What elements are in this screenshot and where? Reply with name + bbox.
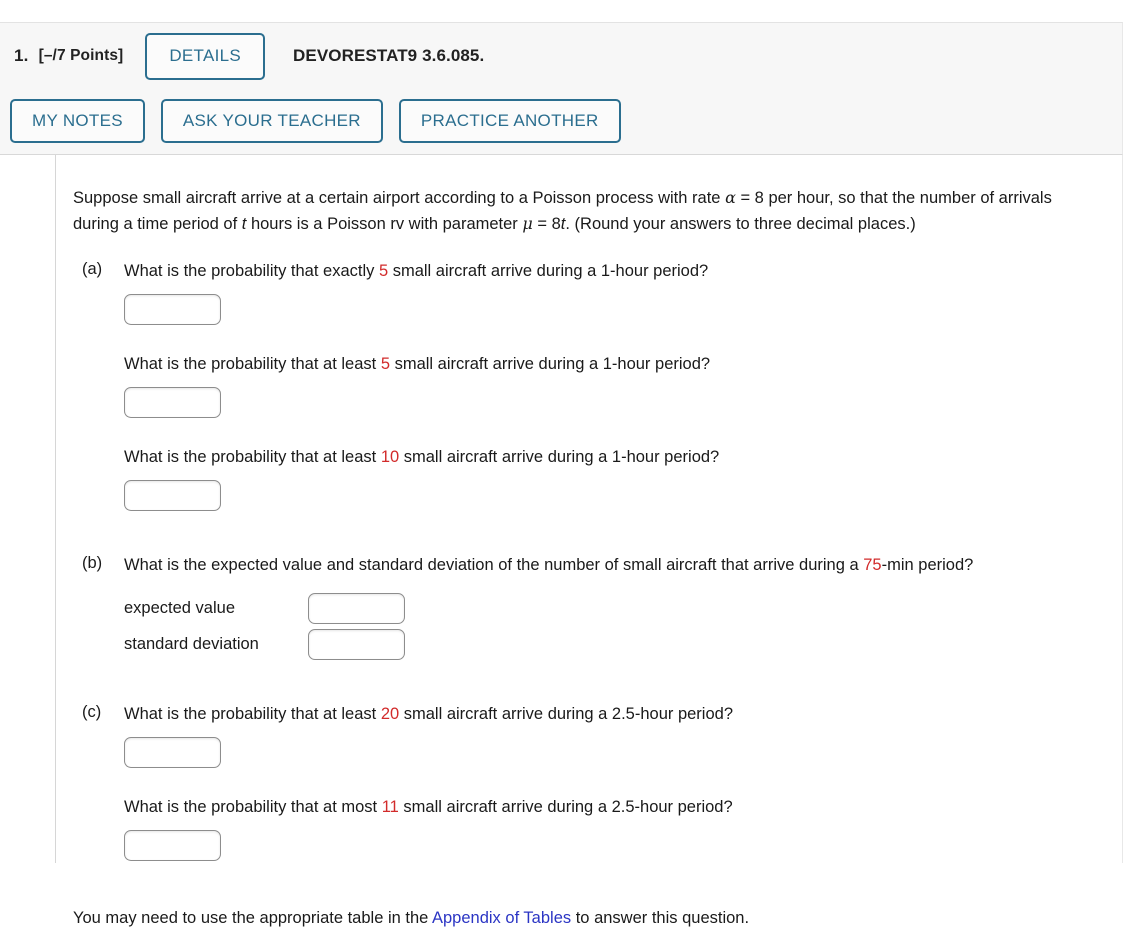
question-header: 1. [–/7 Points] DETAILS DEVORESTAT9 3.6.… [0, 22, 1123, 155]
part-a: (a) What is the probability that exactly… [73, 259, 1113, 511]
expected-value-label: expected value [124, 598, 235, 617]
part-a-question-3: What is the probability that at least 10… [124, 445, 1113, 469]
part-b-content: What is the expected value and standard … [124, 553, 1113, 660]
part-c-q1-parameter: 20 [380, 704, 400, 723]
problem-intro-text-5: . (Round your answers to three decimal p… [565, 214, 916, 233]
part-b-text-pre: What is the expected value and standard … [124, 555, 864, 574]
alpha-symbol: α [725, 187, 736, 207]
standard-deviation-input[interactable] [308, 628, 405, 660]
question-header-top-row: 1. [–/7 Points] DETAILS DEVORESTAT9 3.6.… [0, 23, 484, 89]
appendix-note-text-pre: You may need to use the appropriate tabl… [73, 908, 432, 927]
page-root: 1. [–/7 Points] DETAILS DEVORESTAT9 3.6.… [0, 0, 1142, 927]
part-a-content: What is the probability that exactly 5 s… [124, 259, 1113, 511]
part-a-label: (a) [82, 259, 103, 278]
my-notes-button[interactable]: MY NOTES [10, 99, 145, 143]
part-c-question-2: What is the probability that at most 11 … [124, 795, 1113, 819]
question-number: 1. [14, 46, 29, 65]
part-a-answer-2-input[interactable] [124, 386, 221, 418]
details-button[interactable]: DETAILS [145, 32, 266, 80]
part-a-q2-text-post: small aircraft arrive during a 1-hour pe… [390, 354, 711, 373]
part-c-question-1: What is the probability that at least 20… [124, 702, 1113, 726]
part-c-q1-text-post: small aircraft arrive during a 2.5-hour … [399, 704, 733, 723]
part-b-question: What is the expected value and standard … [124, 553, 1113, 577]
ask-your-teacher-button[interactable]: ASK YOUR TEACHER [160, 99, 383, 143]
part-a-answer-1-input[interactable] [124, 293, 221, 325]
part-a-q1-parameter: 5 [378, 261, 389, 280]
problem-intro-text-3: hours is a Poisson rv with parameter [246, 214, 523, 233]
mu-symbol: μ [522, 213, 533, 233]
problem-statement: Suppose small aircraft arrive at a certa… [73, 172, 1073, 237]
part-c-label: (c) [82, 702, 102, 721]
question-body: Suppose small aircraft arrive at a certa… [0, 155, 1123, 927]
part-a-question-2: What is the probability that at least 5 … [124, 352, 1113, 376]
appendix-of-tables-link[interactable]: Appendix of Tables [432, 909, 571, 927]
part-a-question-1: What is the probability that exactly 5 s… [124, 259, 1113, 283]
practice-another-button[interactable]: PRACTICE ANOTHER [398, 99, 621, 143]
content-divider-line [55, 155, 56, 863]
part-b-label: (b) [82, 553, 103, 572]
part-c-q2-text-post: small aircraft arrive during a 2.5-hour … [398, 797, 733, 816]
question-points: [–/7 Points] [38, 47, 124, 64]
part-a-q3-parameter: 10 [380, 447, 400, 466]
part-a-answer-3-input[interactable] [124, 479, 221, 511]
standard-deviation-label: standard deviation [124, 634, 259, 653]
part-a-q1-text-pre: What is the probability that exactly [124, 261, 379, 280]
problem-intro-text-4: = 8 [532, 214, 561, 233]
part-a-q1-text-post: small aircraft arrive during a 1-hour pe… [388, 261, 709, 280]
part-c-content: What is the probability that at least 20… [124, 702, 1113, 861]
part-b-text-post: -min period? [881, 555, 974, 574]
part-c-q2-parameter: 11 [381, 797, 399, 816]
part-b-parameter: 75 [863, 555, 882, 574]
part-c-q1-text-pre: What is the probability that at least [124, 704, 381, 723]
part-a-q2-text-pre: What is the probability that at least [124, 354, 381, 373]
part-b-standard-deviation-row: standard deviation [124, 628, 1113, 660]
part-a-q3-text-pre: What is the probability that at least [124, 447, 381, 466]
part-a-q2-parameter: 5 [380, 354, 390, 373]
part-c-q2-text-pre: What is the probability that at most [124, 797, 382, 816]
question-code: DEVORESTAT9 3.6.085. [293, 46, 485, 65]
part-c-answer-2-input[interactable] [124, 829, 221, 861]
expected-value-input[interactable] [308, 592, 405, 624]
appendix-note-text-post: to answer this question. [571, 908, 750, 927]
appendix-note: You may need to use the appropriate tabl… [73, 906, 1113, 930]
question-content: Suppose small aircraft arrive at a certa… [73, 155, 1113, 930]
part-b-expected-value-row: expected value [124, 592, 1113, 624]
part-c: (c) What is the probability that at leas… [73, 702, 1113, 861]
question-header-button-row: MY NOTES ASK YOUR TEACHER PRACTICE ANOTH… [10, 99, 621, 143]
part-b: (b) What is the expected value and stand… [73, 553, 1113, 660]
part-c-answer-1-input[interactable] [124, 736, 221, 768]
part-a-q3-text-post: small aircraft arrive during a 1-hour pe… [399, 447, 720, 466]
problem-intro-text-1: Suppose small aircraft arrive at a certa… [73, 188, 726, 207]
